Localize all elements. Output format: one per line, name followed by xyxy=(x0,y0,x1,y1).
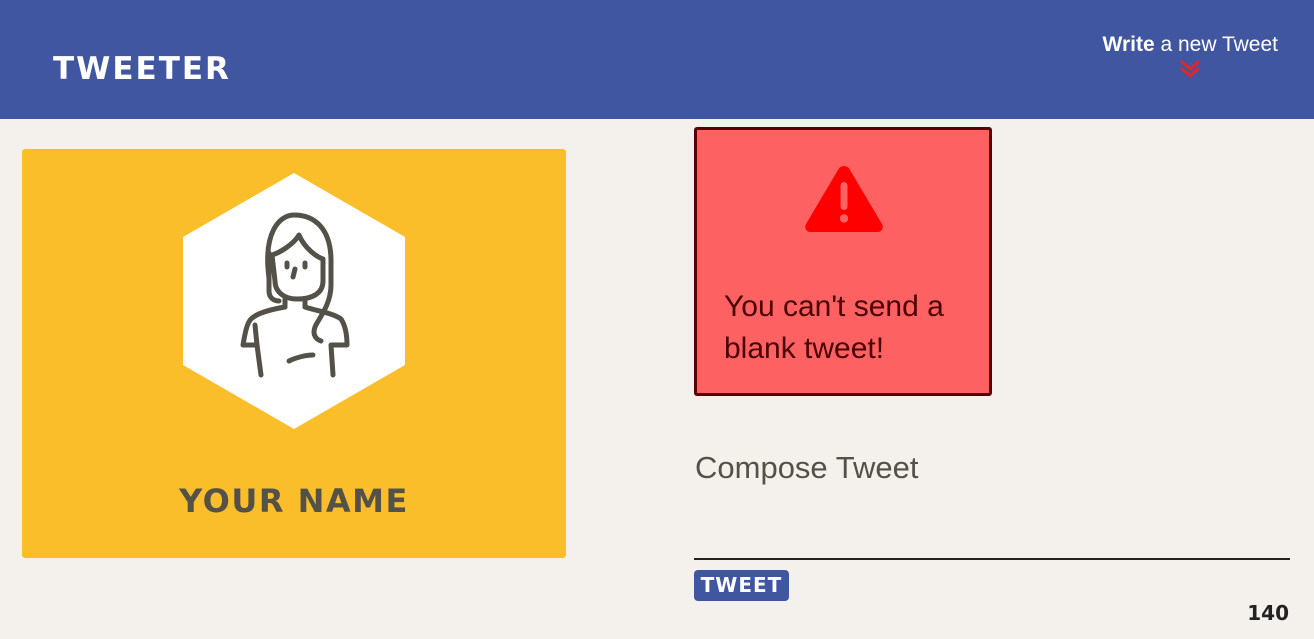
character-counter: 140 xyxy=(1247,601,1289,625)
warning-icon xyxy=(805,166,883,232)
brand-logo[interactable]: TWEETER xyxy=(53,54,231,85)
error-text: You can't send a blank tweet! xyxy=(724,290,944,365)
user-name: YOUR NAME xyxy=(179,482,409,520)
double-chevron-down-icon[interactable] xyxy=(1179,59,1201,79)
navbar: TWEETER Write a new Tweet xyxy=(0,0,1314,119)
tweet-input[interactable] xyxy=(694,500,1290,560)
woman-avatar-icon xyxy=(183,173,405,429)
tweet-button[interactable]: TWEET xyxy=(694,570,789,601)
write-new-tweet-link[interactable]: Write a new Tweet xyxy=(1103,34,1278,79)
write-label-bold: Write xyxy=(1102,33,1155,56)
write-label-rest: a new Tweet xyxy=(1154,33,1278,56)
error-message-box: You can't send a blank tweet! xyxy=(694,127,992,396)
profile-card: YOUR NAME xyxy=(22,149,566,558)
compose-title: Compose Tweet xyxy=(695,450,919,485)
